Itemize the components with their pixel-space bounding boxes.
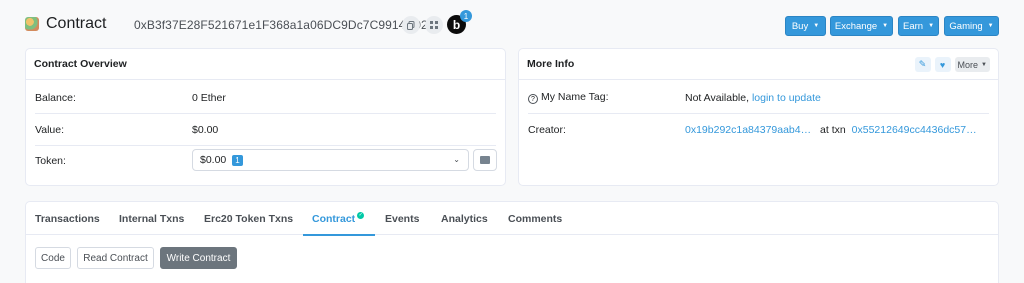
earn-menu-button[interactable]: Earn ▼ [898, 16, 939, 36]
copy-address-button[interactable] [402, 16, 420, 34]
tab-transactions[interactable]: Transactions [35, 202, 100, 235]
tab-contract[interactable]: Contract ✓ [302, 202, 376, 236]
contract-identicon [25, 17, 39, 31]
gaming-menu-button[interactable]: Gaming ▼ [944, 16, 999, 36]
name-tag-value: Not Available, [685, 91, 750, 104]
page-title: Contract [46, 15, 107, 32]
contract-overview-title: Contract Overview [26, 49, 505, 80]
magic-wand-icon: ✎ [918, 59, 927, 69]
more-info-card: More Info ✎ ♥ More ▼ ? My Name Tag: Not A… [518, 48, 999, 186]
write-contract-button[interactable]: Write Contract [160, 247, 237, 269]
tab-internal-txns[interactable]: Internal Txns [119, 202, 184, 235]
chevron-down-icon: ▼ [813, 23, 820, 29]
creator-value-wrap: 0x19b292c1a84379aab4… at txn 0x55212649c… [685, 124, 977, 136]
chevron-down-icon: ▼ [987, 23, 994, 29]
token-holdings-button[interactable] [473, 149, 497, 171]
token-label: Token: [35, 155, 66, 167]
balance-row: Balance: 0 Ether [35, 82, 496, 114]
name-tag-label-wrap: ? My Name Tag: [528, 91, 609, 105]
creator-address-link[interactable]: 0x19b292c1a84379aab4… [685, 124, 811, 136]
wallet-icon [480, 156, 490, 164]
qr-code-icon [430, 21, 438, 29]
creator-txn-link[interactable]: 0x55212649cc4436dc57… [852, 124, 977, 136]
token-dropdown[interactable]: $0.00 1 ⌄ [192, 149, 469, 171]
token-count-badge: 1 [232, 154, 243, 166]
more-dropdown-button[interactable]: More ▼ [954, 57, 990, 72]
tab-erc20-token-txns[interactable]: Erc20 Token Txns [204, 202, 293, 235]
value-row: Value: $0.00 [35, 114, 496, 146]
code-button[interactable]: Code [35, 247, 71, 269]
tabs-bar: Transactions Internal Txns Erc20 Token T… [26, 202, 998, 236]
login-to-update-link[interactable]: login to update [752, 92, 821, 104]
value-label: Value: [35, 123, 64, 136]
creator-row: Creator: 0x19b292c1a84379aab4… at txn 0x… [528, 114, 989, 146]
tab-contract-label: Contract [312, 212, 356, 225]
name-tag-label: My Name Tag: [541, 90, 609, 103]
tab-comments[interactable]: Comments [508, 202, 562, 235]
creator-at-txn: at txn [820, 124, 846, 136]
check-circle-icon: ✓ [357, 211, 365, 219]
token-value: $0.00 [200, 154, 227, 166]
blockscan-notification-badge: 1 [460, 10, 472, 22]
read-contract-button[interactable]: Read Contract [77, 247, 154, 269]
qr-code-button[interactable] [425, 16, 443, 34]
name-tag-value-wrap: Not Available, login to update [685, 92, 821, 104]
more-info-toolbar: ✎ ♥ More ▼ [914, 57, 990, 72]
magic-wand-button[interactable]: ✎ [914, 57, 931, 72]
chevron-down-icon: ⌄ [453, 155, 460, 164]
contract-address: 0xB3f37E28F521671e1F368a1a06DC9Dc7C9914D… [134, 18, 428, 32]
gaming-label: Gaming [949, 20, 983, 32]
page-header: Contract 0xB3f37E28F521671e1F368a1a06DC9… [0, 6, 1024, 46]
token-row: Token: $0.00 1 ⌄ [26, 146, 505, 176]
balance-label: Balance: [35, 91, 76, 104]
exchange-menu-button[interactable]: Exchange ▼ [830, 16, 893, 36]
creator-label: Creator: [528, 124, 566, 136]
balance-value: 0 Ether [192, 91, 226, 104]
tab-analytics[interactable]: Analytics [441, 202, 488, 235]
copy-icon [407, 20, 415, 30]
contract-overview-card: Contract Overview Balance: 0 Ether Value… [25, 48, 506, 186]
question-icon: ? [528, 94, 538, 105]
chevron-down-icon: ▼ [882, 23, 889, 29]
heart-icon: ♥ [939, 59, 946, 70]
buy-menu-button[interactable]: Buy ▼ [785, 16, 826, 36]
value-value: $0.00 [192, 123, 219, 136]
earn-label: Earn [902, 20, 924, 32]
favorite-button[interactable]: ♥ [934, 57, 951, 72]
more-label: More [957, 59, 979, 70]
name-tag-row: ? My Name Tag: Not Available, login to up… [528, 82, 989, 114]
contract-tabs-card: Transactions Internal Txns Erc20 Token T… [25, 201, 999, 283]
buy-label: Buy [791, 20, 809, 32]
chevron-down-icon: ▼ [981, 61, 987, 68]
tab-events[interactable]: Events [385, 202, 419, 235]
chevron-down-icon: ▼ [928, 23, 935, 29]
exchange-label: Exchange [834, 20, 878, 32]
